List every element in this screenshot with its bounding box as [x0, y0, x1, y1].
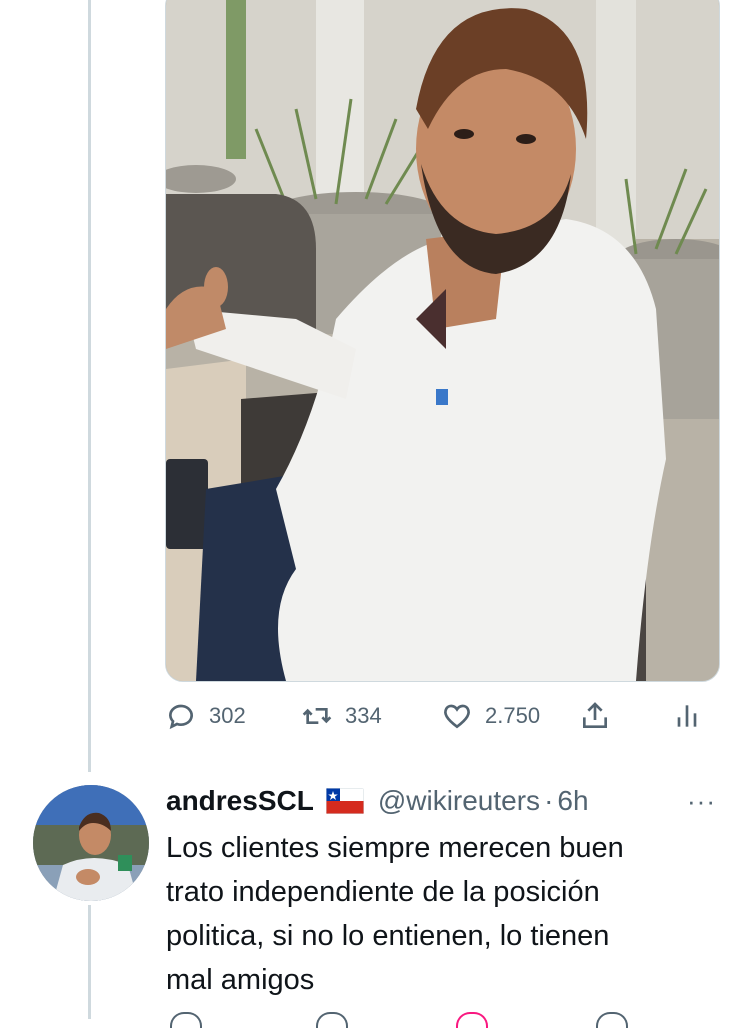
like-button[interactable]: 2.750 [441, 696, 540, 736]
timestamp[interactable]: 6h [557, 785, 588, 817]
user-handle[interactable]: @wikireuters [378, 785, 540, 817]
avatar-image [33, 785, 149, 901]
reply-text-line: politica, si no lo entienen, lo tienen [166, 920, 610, 952]
heart-icon[interactable] [456, 1012, 488, 1028]
share-button[interactable] [579, 696, 611, 736]
tweet-action-bar: 302 334 2.750 [165, 696, 725, 736]
retweet-icon [302, 708, 332, 724]
like-count: 2.750 [485, 703, 541, 728]
separator: · [544, 785, 554, 816]
thread-line [88, 0, 91, 772]
reply-text-line: Los clientes siempre merecen buen [166, 832, 624, 864]
heart-icon [444, 704, 470, 729]
reply-count: 302 [209, 703, 246, 728]
reply-text-line: mal amigos [166, 964, 315, 996]
retweet-icon[interactable] [316, 1012, 348, 1028]
reply-icon[interactable] [170, 1012, 202, 1028]
reply-text-line: trato independiente de la posición [166, 876, 600, 908]
display-name[interactable]: andresSCL [166, 785, 314, 817]
photo-illustration [166, 0, 719, 681]
thread-line-continuation [88, 905, 91, 1019]
retweet-button[interactable]: 334 [301, 696, 382, 736]
tweet-photo[interactable] [165, 0, 720, 682]
more-options-icon[interactable]: ··· [687, 781, 716, 821]
analytics-button[interactable] [671, 696, 703, 736]
analytics-icon [677, 705, 697, 727]
share-icon [583, 702, 607, 728]
reply-button[interactable]: 302 [165, 696, 246, 736]
reply-icon [168, 704, 193, 730]
reply-header: andresSCL @wikireuters · 6h ··· [166, 781, 726, 821]
reply-text: Los clientes siempre merecen buen trato … [166, 826, 726, 1002]
chile-flag-icon [325, 788, 364, 814]
share-icon[interactable] [596, 1012, 628, 1028]
avatar[interactable] [33, 785, 149, 901]
retweet-count: 334 [345, 703, 382, 728]
